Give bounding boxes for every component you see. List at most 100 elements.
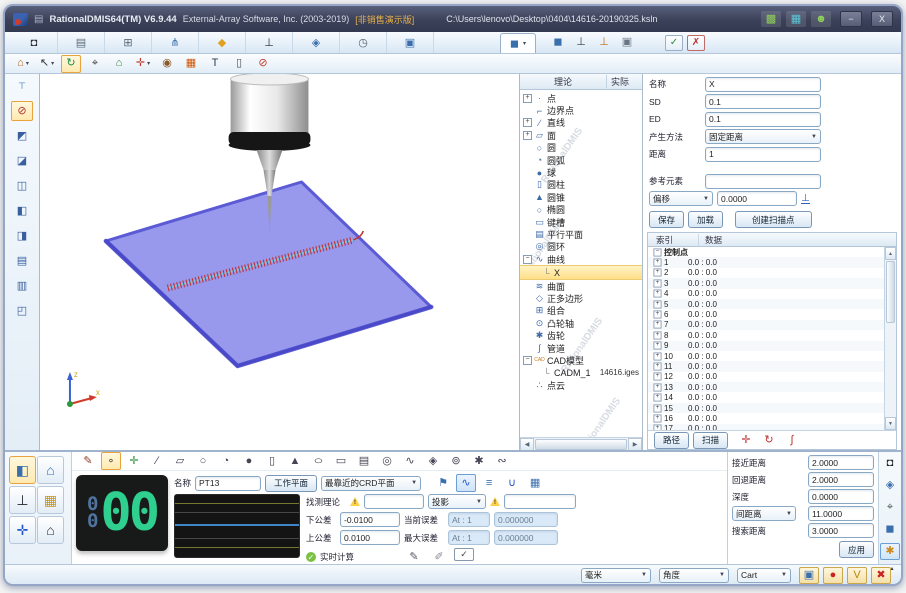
zoom-window-icon[interactable]: ⌖ bbox=[85, 55, 105, 73]
tree-item-arc[interactable]: ◔圆弧 bbox=[520, 154, 642, 166]
expand-toggle[interactable]: + bbox=[523, 118, 532, 127]
table-row[interactable]: +20.0 : 0.0 bbox=[648, 268, 885, 278]
probe-pin-icon[interactable]: ⊥ bbox=[571, 34, 591, 52]
unit-dropdown[interactable]: 毫米▼ bbox=[581, 568, 651, 583]
expand-toggle[interactable]: + bbox=[653, 383, 661, 391]
tree-item-slot[interactable]: ▭键槽 bbox=[520, 216, 642, 228]
expand-toggle[interactable]: + bbox=[653, 373, 661, 381]
point-axes-icon[interactable]: ✛ bbox=[124, 452, 144, 470]
probe-mode-icon-8[interactable]: ▥ bbox=[11, 276, 33, 296]
machine-gold-button[interactable]: ▦ bbox=[37, 486, 64, 514]
table-row[interactable]: +80.0 : 0.0 bbox=[648, 330, 885, 340]
expand-toggle[interactable]: + bbox=[653, 290, 661, 298]
tree-item-boundary-point[interactable]: ⌐边界点 bbox=[520, 104, 642, 116]
table-row[interactable]: +90.0 : 0.0 bbox=[648, 341, 885, 351]
data-panel-icon[interactable]: ▦ bbox=[786, 11, 806, 27]
probe-mode-icon-1[interactable]: ⊘ bbox=[11, 101, 33, 121]
path-button[interactable]: 路径 bbox=[654, 432, 689, 449]
pipe-feature-icon[interactable]: ∾ bbox=[492, 452, 512, 470]
surface-feature-icon[interactable]: ◈ bbox=[423, 452, 443, 470]
projection-dropdown[interactable]: 投影▼ bbox=[428, 494, 486, 509]
probe-mode-icon-2[interactable]: ◩ bbox=[11, 126, 33, 146]
save-button[interactable]: 保存 bbox=[649, 211, 684, 228]
projection-input[interactable] bbox=[504, 494, 576, 509]
name-input[interactable]: X bbox=[705, 77, 821, 92]
ellipse-feature-icon[interactable]: ○ bbox=[308, 452, 328, 470]
upper-tolerance-input[interactable]: 0.0100 bbox=[340, 530, 400, 545]
tab-monitor[interactable]: ▣ bbox=[387, 32, 434, 53]
tab-clock[interactable]: ◷ bbox=[340, 32, 387, 53]
tree-item-cylinder[interactable]: ▯圆柱 bbox=[520, 179, 642, 191]
parallel-planes-feature-icon[interactable]: ▤ bbox=[354, 452, 374, 470]
tab-probe-qualify[interactable]: ◘ bbox=[11, 32, 58, 53]
lower-tolerance-input[interactable]: -0.0100 bbox=[340, 512, 400, 527]
table-row[interactable]: +150.0 : 0.0 bbox=[648, 403, 885, 413]
table-display-icon[interactable]: ▦ bbox=[525, 474, 545, 492]
table-row[interactable]: +50.0 : 0.0 bbox=[648, 299, 885, 309]
probe-flag-icon[interactable]: ⚑ bbox=[433, 474, 453, 492]
arc-display-icon[interactable]: ∪ bbox=[502, 474, 522, 492]
coordinate-dropdown[interactable]: Cart▼ bbox=[737, 568, 791, 583]
tab-cad[interactable]: ◈ bbox=[293, 32, 340, 53]
expand-toggle[interactable]: + bbox=[653, 259, 661, 267]
graph-display-icon[interactable]: ∿ bbox=[456, 474, 476, 492]
table-row[interactable]: +40.0 : 0.0 bbox=[648, 289, 885, 299]
v-flag-icon[interactable]: V bbox=[847, 567, 867, 584]
tree-col-actual[interactable]: 实际 bbox=[607, 75, 629, 88]
gear-feature-icon[interactable]: ✱ bbox=[469, 452, 489, 470]
tree-item-cone[interactable]: ▲圆锥 bbox=[520, 191, 642, 203]
tree-item-camshaft[interactable]: ⊙凸轮轴 bbox=[520, 317, 642, 329]
fit-view-icon[interactable]: ⌂ bbox=[109, 55, 129, 73]
distance-input[interactable]: 1 bbox=[705, 147, 821, 162]
expand-toggle[interactable]: − bbox=[523, 255, 532, 264]
snapshot-icon[interactable]: ▣ bbox=[799, 567, 819, 584]
table-group-row[interactable]: −控制点 bbox=[648, 247, 885, 257]
text-label-icon[interactable]: T bbox=[205, 55, 225, 73]
settings-gear-icon[interactable]: ✱ bbox=[880, 543, 900, 560]
tree-item-point[interactable]: +∙点 bbox=[520, 92, 642, 104]
offset-input[interactable]: 0.0000 bbox=[717, 191, 797, 206]
clean-icon[interactable]: ✐ bbox=[429, 548, 449, 566]
probe-mode-icon-3[interactable]: ◪ bbox=[11, 151, 33, 171]
tree-col-theory[interactable]: 理论 bbox=[520, 75, 607, 88]
table-row[interactable]: +60.0 : 0.0 bbox=[648, 309, 885, 319]
home-view-icon[interactable]: ⌂▾ bbox=[13, 55, 33, 73]
table-row[interactable]: +70.0 : 0.0 bbox=[648, 320, 885, 330]
tree-hscrollbar[interactable]: ◀ ▶ bbox=[520, 437, 642, 450]
tree-item-polygon[interactable]: ◇正多边形 bbox=[520, 292, 642, 304]
edit-note-icon[interactable]: ✎ bbox=[404, 548, 424, 566]
tree-item-curve[interactable]: −∿曲线 bbox=[520, 253, 642, 265]
scroll-up-icon[interactable]: ▲ bbox=[885, 247, 896, 260]
pin-icon[interactable]: ⊤ bbox=[11, 76, 33, 96]
slot-feature-icon[interactable]: ▭ bbox=[331, 452, 351, 470]
tree-item-cad-model[interactable]: −CADCAD模型 bbox=[520, 354, 642, 366]
scroll-thumb[interactable] bbox=[535, 439, 627, 450]
scroll-down-icon[interactable]: ▼ bbox=[885, 417, 896, 430]
axis-view-icon[interactable]: ✛▾ bbox=[133, 55, 153, 73]
load-button[interactable]: 加载 bbox=[688, 211, 723, 228]
point-name-input[interactable]: PT13 bbox=[195, 476, 261, 491]
tree-item-parallel-planes[interactable]: ▤平行平面 bbox=[520, 228, 642, 240]
shield-icon[interactable]: ◈ bbox=[880, 477, 900, 494]
expand-toggle[interactable]: + bbox=[653, 362, 661, 370]
table-row[interactable]: +130.0 : 0.0 bbox=[648, 382, 885, 392]
ring-feature-icon[interactable]: ◎ bbox=[377, 452, 397, 470]
spacing-input[interactable]: 11.0000 bbox=[808, 506, 874, 521]
tab-feature-editor[interactable]: ◼ ▾ bbox=[500, 33, 536, 53]
tree-item-sphere[interactable]: ●球 bbox=[520, 166, 642, 178]
cancel-x-icon[interactable]: ✗ bbox=[687, 35, 705, 51]
expand-toggle[interactable]: + bbox=[653, 425, 661, 430]
ed-input[interactable]: 0.1 bbox=[705, 112, 821, 127]
tree-item-plane[interactable]: +▱面 bbox=[520, 129, 642, 141]
tab-colors[interactable]: ◆ bbox=[199, 32, 246, 53]
rotate-axis-icon[interactable]: ↻ bbox=[759, 431, 779, 449]
expand-toggle[interactable]: − bbox=[653, 248, 661, 256]
expand-toggle[interactable]: + bbox=[653, 310, 661, 318]
scan-button[interactable]: 扫描 bbox=[693, 432, 728, 449]
magnifier-icon[interactable]: ⌖ bbox=[880, 499, 900, 516]
probe-view-button[interactable]: ⊥ bbox=[9, 486, 36, 514]
create-scan-points-button[interactable]: 创建扫描点 bbox=[735, 211, 812, 228]
tab-report[interactable]: ▤ bbox=[58, 32, 105, 53]
table-row[interactable]: +140.0 : 0.0 bbox=[648, 392, 885, 402]
confirm-checkbox[interactable]: ✓ bbox=[454, 548, 474, 561]
